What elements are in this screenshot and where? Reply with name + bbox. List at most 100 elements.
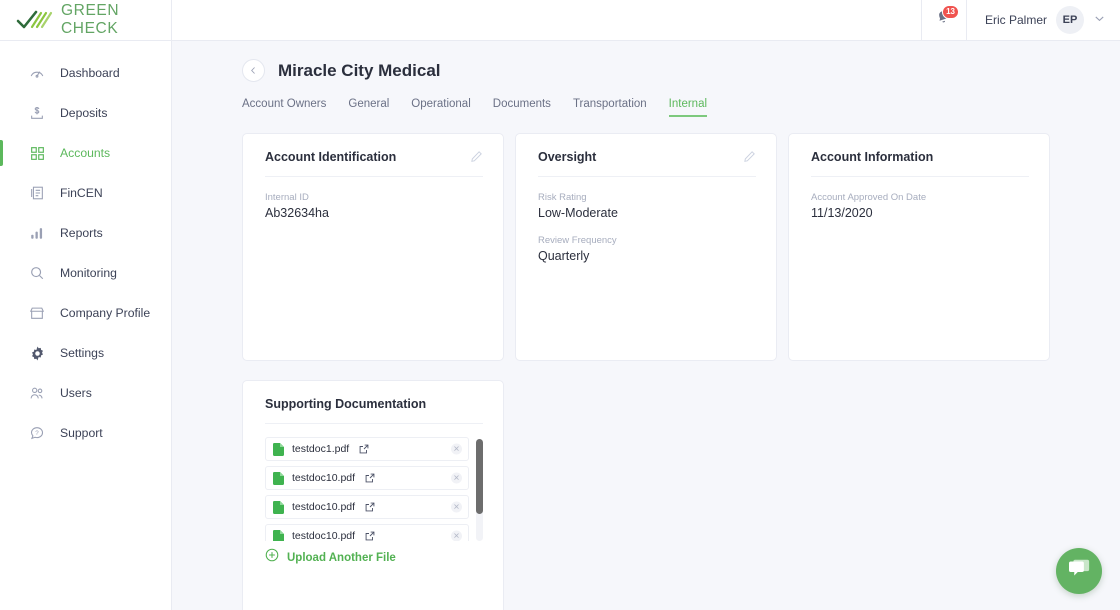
sidebar-item-label: Support <box>60 426 103 440</box>
tab-transportation[interactable]: Transportation <box>573 98 647 117</box>
document-name: testdoc1.pdf <box>292 443 350 455</box>
document-name: testdoc10.pdf <box>292 501 356 513</box>
sidebar-item-company-profile[interactable]: Company Profile <box>0 293 171 333</box>
brand-logo[interactable]: GREEN CHECK <box>0 0 171 41</box>
document-row[interactable]: testdoc1.pdf ✕ <box>265 437 469 461</box>
tab-internal[interactable]: Internal <box>668 98 708 117</box>
remove-document-button[interactable]: ✕ <box>451 501 462 513</box>
plus-circle-icon <box>265 548 279 567</box>
chevron-down-icon[interactable] <box>1093 12 1106 28</box>
pdf-file-icon <box>273 500 284 514</box>
sidebar-item-accounts[interactable]: Accounts <box>0 133 171 173</box>
open-external-icon[interactable] <box>365 531 375 541</box>
remove-document-button[interactable]: ✕ <box>451 443 462 455</box>
sidebar-item-label: Users <box>60 386 92 400</box>
page-header: Miracle City Medical <box>242 59 1120 82</box>
field-internal-id: Internal ID Ab32634ha <box>265 192 483 220</box>
field-value: 11/13/2020 <box>811 206 873 220</box>
page-content: Miracle City Medical Account Owners Gene… <box>172 41 1120 610</box>
pdf-file-icon <box>273 471 284 485</box>
field-value: Ab32634ha <box>265 206 329 220</box>
divider <box>811 176 1029 177</box>
gauge-icon <box>28 64 46 82</box>
sidebar-item-monitoring[interactable]: Monitoring <box>0 253 171 293</box>
tab-operational[interactable]: Operational <box>411 98 470 117</box>
document-name: testdoc10.pdf <box>292 530 356 541</box>
sidebar-item-label: Settings <box>60 346 105 360</box>
sidebar-item-deposits[interactable]: Deposits <box>0 93 171 133</box>
tab-documents[interactable]: Documents <box>493 98 551 117</box>
field-label: Risk Rating <box>538 192 587 203</box>
user-menu[interactable]: Eric Palmer EP <box>985 6 1106 34</box>
brand-name: GREEN CHECK <box>61 2 120 37</box>
page-title: Miracle City Medical <box>278 60 441 80</box>
document-row[interactable]: testdoc10.pdf ✕ <box>265 466 469 490</box>
tab-general[interactable]: General <box>348 98 389 117</box>
dollar-deposit-icon <box>28 104 46 122</box>
edit-pencil-icon[interactable] <box>470 150 483 163</box>
chat-widget-button[interactable] <box>1056 548 1102 594</box>
people-icon <box>28 384 46 402</box>
edit-pencil-icon[interactable] <box>743 150 756 163</box>
grid-squares-icon <box>28 144 46 162</box>
card-title: Oversight <box>538 150 597 164</box>
sidebar-item-users[interactable]: Users <box>0 373 171 413</box>
chat-bubbles-icon <box>1068 558 1091 584</box>
sidebar-item-label: FinCEN <box>60 186 103 200</box>
sidebar-item-label: Accounts <box>60 146 111 160</box>
field-value: Quarterly <box>538 249 590 263</box>
upload-another-file-button[interactable]: Upload Another File <box>265 548 483 567</box>
documents-list: testdoc1.pdf ✕ testdoc10.pdf ✕ testdoc10… <box>265 437 483 541</box>
card-account-identification: Account Identification Internal ID Ab326… <box>242 133 504 361</box>
question-bubble-icon: ? <box>28 424 46 442</box>
top-header: 13 Eric Palmer EP <box>172 0 1120 41</box>
card-head: Supporting Documentation <box>265 397 483 411</box>
open-external-icon[interactable] <box>359 444 369 454</box>
user-name: Eric Palmer <box>984 13 1047 27</box>
bar-chart-icon <box>28 224 46 242</box>
pdf-file-icon <box>273 529 284 541</box>
divider <box>265 423 483 424</box>
storefront-icon <box>28 304 46 322</box>
field-risk-rating: Risk Rating Low-Moderate <box>538 192 756 220</box>
card-supporting-documentation: Supporting Documentation testdoc1.pdf ✕ … <box>242 380 504 610</box>
sidebar-item-fincen[interactable]: FinCEN <box>0 173 171 213</box>
remove-document-button[interactable]: ✕ <box>451 530 462 541</box>
open-external-icon[interactable] <box>365 502 375 512</box>
field-label: Review Frequency <box>538 235 617 246</box>
sidebar-item-support[interactable]: ? Support <box>0 413 171 453</box>
sidebar-nav: Dashboard Deposits Accounts FinCEN Repor… <box>0 41 171 453</box>
sidebar-item-label: Deposits <box>60 106 108 120</box>
field-label: Internal ID <box>265 192 309 203</box>
sidebar-item-dashboard[interactable]: Dashboard <box>0 53 171 93</box>
tab-account-owners[interactable]: Account Owners <box>242 98 326 117</box>
field-account-approved-on-date: Account Approved On Date 11/13/2020 <box>811 192 1029 220</box>
sidebar-item-label: Company Profile <box>60 306 151 320</box>
upload-label: Upload Another File <box>287 551 396 564</box>
divider <box>265 176 483 177</box>
notifications-button[interactable]: 13 <box>920 0 967 41</box>
sidebar: GREEN CHECK Dashboard Deposits Accounts … <box>0 0 172 610</box>
card-head: Oversight <box>538 150 756 164</box>
card-title: Account Identification <box>265 150 397 164</box>
gear-icon <box>28 344 46 362</box>
back-button[interactable] <box>242 59 265 82</box>
document-row[interactable]: testdoc10.pdf ✕ <box>265 524 469 541</box>
card-head: Account Identification <box>265 150 483 164</box>
card-title: Account Information <box>811 150 934 164</box>
document-row[interactable]: testdoc10.pdf ✕ <box>265 495 469 519</box>
scrollbar-thumb[interactable] <box>476 439 483 514</box>
card-head: Account Information <box>811 150 1029 164</box>
document-list-icon <box>28 184 46 202</box>
field-review-frequency: Review Frequency Quarterly <box>538 235 756 263</box>
remove-document-button[interactable]: ✕ <box>451 472 462 484</box>
sidebar-item-settings[interactable]: Settings <box>0 333 171 373</box>
field-value: Low-Moderate <box>538 206 618 220</box>
documents-scrollbar[interactable] <box>476 439 483 541</box>
field-label: Account Approved On Date <box>811 192 927 203</box>
cards-row: Account Identification Internal ID Ab326… <box>242 133 1120 361</box>
card-title: Supporting Documentation <box>265 397 427 411</box>
tab-bar: Account Owners General Operational Docum… <box>242 98 1120 117</box>
sidebar-item-reports[interactable]: Reports <box>0 213 171 253</box>
open-external-icon[interactable] <box>365 473 375 483</box>
